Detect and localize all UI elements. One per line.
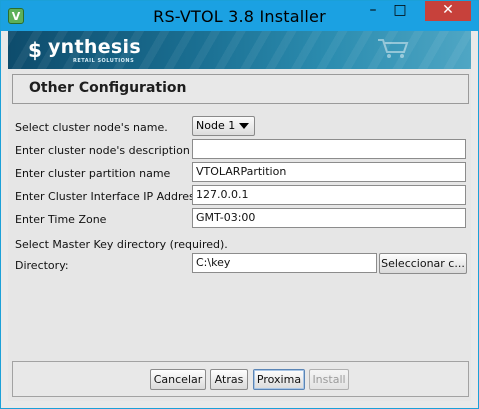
header-banner: $ ynthesis RETAIL SOLUTIONS (8, 31, 471, 69)
time-zone-input[interactable]: GMT-03:00 (192, 208, 466, 228)
install-button[interactable]: Install (309, 369, 349, 390)
content-panel: Other Configuration Select cluster node'… (8, 69, 471, 401)
node-name-label: Select cluster node's name. (15, 121, 168, 134)
partition-name-label: Enter cluster partition name (15, 167, 171, 180)
synthesis-logo-mark: $ (28, 38, 42, 62)
directory-label: Directory: (15, 259, 69, 272)
partition-name-input[interactable]: VTOLARPartition (192, 162, 466, 182)
node-name-value: Node 1 (196, 119, 236, 132)
interface-ip-label: Enter Cluster Interface IP Address (15, 190, 201, 203)
shopping-cart-icon (378, 39, 409, 58)
back-button[interactable]: Atras (210, 369, 248, 390)
installer-window: V RS-VTOL 3.8 Installer – □ ✕ $ ynthesis… (0, 0, 479, 409)
next-button[interactable]: Proxima (253, 369, 305, 390)
title-bar[interactable]: V RS-VTOL 3.8 Installer – □ ✕ (1, 1, 478, 31)
section-header: Other Configuration (12, 74, 469, 104)
master-key-note: Select Master Key directory (required). (15, 238, 228, 251)
button-bar: Cancelar Atras Proxima Install (12, 361, 469, 397)
chevron-down-icon (239, 123, 249, 129)
close-button[interactable]: ✕ (425, 1, 471, 21)
node-name-select[interactable]: Node 1 (192, 116, 255, 136)
logo-subtitle: RETAIL SOLUTIONS (73, 58, 135, 64)
minimize-button[interactable]: – (359, 1, 387, 21)
browse-directory-button[interactable]: Seleccionar c... (379, 253, 467, 274)
synthesis-logo: ynthesis (48, 36, 141, 58)
node-description-input[interactable] (192, 139, 466, 159)
cancel-button[interactable]: Cancelar (150, 369, 206, 390)
interface-ip-input[interactable]: 127.0.0.1 (192, 185, 466, 205)
section-title: Other Configuration (29, 80, 187, 96)
node-description-label: Enter cluster node's description (15, 144, 190, 157)
maximize-button[interactable]: □ (387, 1, 413, 21)
time-zone-label: Enter Time Zone (15, 213, 107, 226)
directory-input[interactable]: C:\key (192, 253, 377, 273)
